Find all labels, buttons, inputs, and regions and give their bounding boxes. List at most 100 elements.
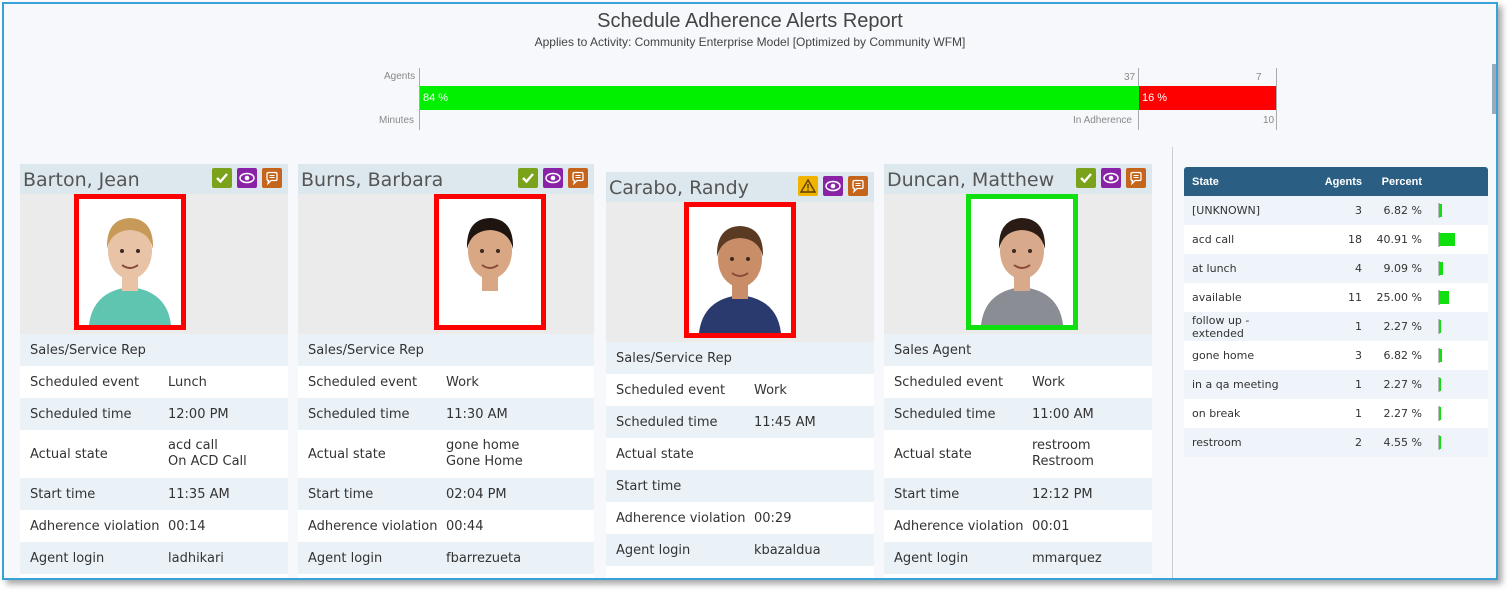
scheduled-event-value: Lunch <box>168 374 207 390</box>
agent-card: Duncan, Matthew Sales Agent Scheduled even… <box>884 164 1152 578</box>
state-cell: restroom <box>1192 436 1242 449</box>
percent-bar <box>1438 406 1441 421</box>
in-adherence-label: In Adherence <box>1073 115 1132 126</box>
agent-photo-area <box>20 194 288 334</box>
field-label: Adherence violation <box>616 510 746 526</box>
agent-photo-area <box>606 202 874 342</box>
percent-column-header[interactable]: Percent <box>1362 176 1422 188</box>
table-row[interactable]: follow up - extended 1 2.27 % <box>1184 312 1488 341</box>
actual-state-value: acd call <box>168 438 218 453</box>
agent-photo[interactable] <box>434 194 546 330</box>
agent-name[interactable]: Duncan, Matthew <box>887 169 1054 191</box>
eye-icon[interactable] <box>823 176 843 196</box>
state-table-body: [UNKNOWN] 3 6.82 % acd call 18 40.91 % at lunc… <box>1184 196 1488 457</box>
table-row[interactable]: gone home 3 6.82 % <box>1184 341 1488 370</box>
check-icon[interactable] <box>518 168 538 188</box>
agent-card: Barton, Jean Sales/Service Rep Scheduled e… <box>20 164 288 578</box>
field-label: Adherence violation <box>308 518 438 534</box>
agent-login-value: kbazaldua <box>754 542 821 558</box>
agent-photo-area <box>298 194 594 334</box>
agent-role: Sales/Service Rep <box>30 342 146 358</box>
in-adherence-bar[interactable]: 84 % <box>420 86 1139 110</box>
agent-name[interactable]: Barton, Jean <box>23 169 140 191</box>
agent-login-value: ladhikari <box>168 550 224 566</box>
agent-card: Burns, Barbara Sales/Service Rep Scheduled… <box>298 164 594 578</box>
scheduled-event-value: Work <box>754 382 787 398</box>
field-label: Start time <box>30 486 96 502</box>
state-table: State Agents Percent [UNKNOWN] 3 6.82 % acd… <box>1184 167 1488 457</box>
field-label: Agent login <box>616 542 691 558</box>
minutes-axis-label: Minutes <box>379 115 415 126</box>
field-label: Agent login <box>30 550 105 566</box>
field-label: Scheduled event <box>616 382 726 398</box>
agents-cell: 2 <box>1355 436 1362 449</box>
percent-bar <box>1438 261 1443 276</box>
table-row[interactable]: acd call 18 40.91 % <box>1184 225 1488 254</box>
agents-cell: 1 <box>1355 407 1362 420</box>
chat-icon[interactable] <box>1126 168 1146 188</box>
agent-photo[interactable] <box>966 194 1078 330</box>
agent-name[interactable]: Carabo, Randy <box>609 177 749 199</box>
agent-photo-area <box>884 194 1152 334</box>
agent-role: Sales/Service Rep <box>616 350 732 366</box>
check-icon[interactable] <box>1076 168 1096 188</box>
state-column-header[interactable]: State <box>1184 176 1304 188</box>
table-row[interactable]: [UNKNOWN] 3 6.82 % <box>1184 196 1488 225</box>
report-frame: Schedule Adherence Alerts Report Applies… <box>2 2 1498 580</box>
percent-cell: 40.91 % <box>1376 233 1422 246</box>
agent-photo[interactable] <box>684 202 796 338</box>
field-label: Start time <box>308 486 374 502</box>
agents-cell: 1 <box>1355 320 1362 333</box>
state-cell: [UNKNOWN] <box>1192 204 1261 217</box>
state-cell: gone home <box>1192 349 1255 362</box>
agent-photo[interactable] <box>74 194 186 330</box>
state-cell: follow up - extended <box>1192 313 1250 340</box>
check-icon[interactable] <box>212 168 232 188</box>
table-row[interactable]: at lunch 4 9.09 % <box>1184 254 1488 283</box>
agents-cell: 18 <box>1348 233 1362 246</box>
scheduled-time-value: 12:00 PM <box>168 406 229 422</box>
chart-axis-right <box>1276 68 1277 130</box>
out-of-adherence-minutes: 10 <box>1263 115 1275 126</box>
eye-icon[interactable] <box>1101 168 1121 188</box>
report-subtitle: Applies to Activity: Community Enterpris… <box>534 35 966 49</box>
table-row[interactable]: restroom 2 4.55 % <box>1184 428 1488 457</box>
state-cell: available <box>1192 291 1242 304</box>
percent-bar <box>1438 377 1441 392</box>
agents-column-header[interactable]: Agents <box>1304 176 1362 188</box>
actual-state-detail: Restroom <box>1032 454 1094 469</box>
agent-role: Sales Agent <box>894 342 972 358</box>
agent-role: Sales/Service Rep <box>308 342 424 358</box>
field-label: Scheduled event <box>308 374 418 390</box>
chat-icon[interactable] <box>262 168 282 188</box>
table-row[interactable]: in a qa meeting 1 2.27 % <box>1184 370 1488 399</box>
warning-icon[interactable] <box>798 176 818 196</box>
start-time-value: 02:04 PM <box>446 486 507 502</box>
scrollbar-thumb[interactable] <box>1492 64 1496 114</box>
adherence-violation-value: 00:01 <box>1032 518 1070 534</box>
percent-cell: 25.00 % <box>1376 291 1422 304</box>
field-label: Adherence violation <box>30 518 160 534</box>
table-row[interactable]: available 11 25.00 % <box>1184 283 1488 312</box>
field-label: Actual state <box>308 446 386 462</box>
panel-divider <box>1172 147 1173 578</box>
scheduled-event-value: Work <box>446 374 479 390</box>
percent-cell: 6.82 % <box>1383 349 1422 362</box>
in-adherence-percent: 84 % <box>423 92 449 104</box>
actual-state-value: gone home <box>446 438 520 453</box>
agent-card-header: Barton, Jean <box>20 164 288 194</box>
percent-cell: 2.27 % <box>1383 320 1422 333</box>
table-row[interactable]: on break 1 2.27 % <box>1184 399 1488 428</box>
eye-icon[interactable] <box>237 168 257 188</box>
percent-cell: 6.82 % <box>1383 204 1422 217</box>
adherence-violation-value: 00:14 <box>168 518 206 534</box>
percent-bar <box>1438 435 1441 450</box>
eye-icon[interactable] <box>543 168 563 188</box>
chat-icon[interactable] <box>848 176 868 196</box>
field-label: Scheduled time <box>30 406 132 422</box>
agent-name[interactable]: Burns, Barbara <box>301 169 443 191</box>
out-of-adherence-bar[interactable]: 16 % <box>1139 86 1276 110</box>
percent-cell: 9.09 % <box>1383 262 1422 275</box>
percent-bar <box>1438 319 1441 334</box>
chat-icon[interactable] <box>568 168 588 188</box>
